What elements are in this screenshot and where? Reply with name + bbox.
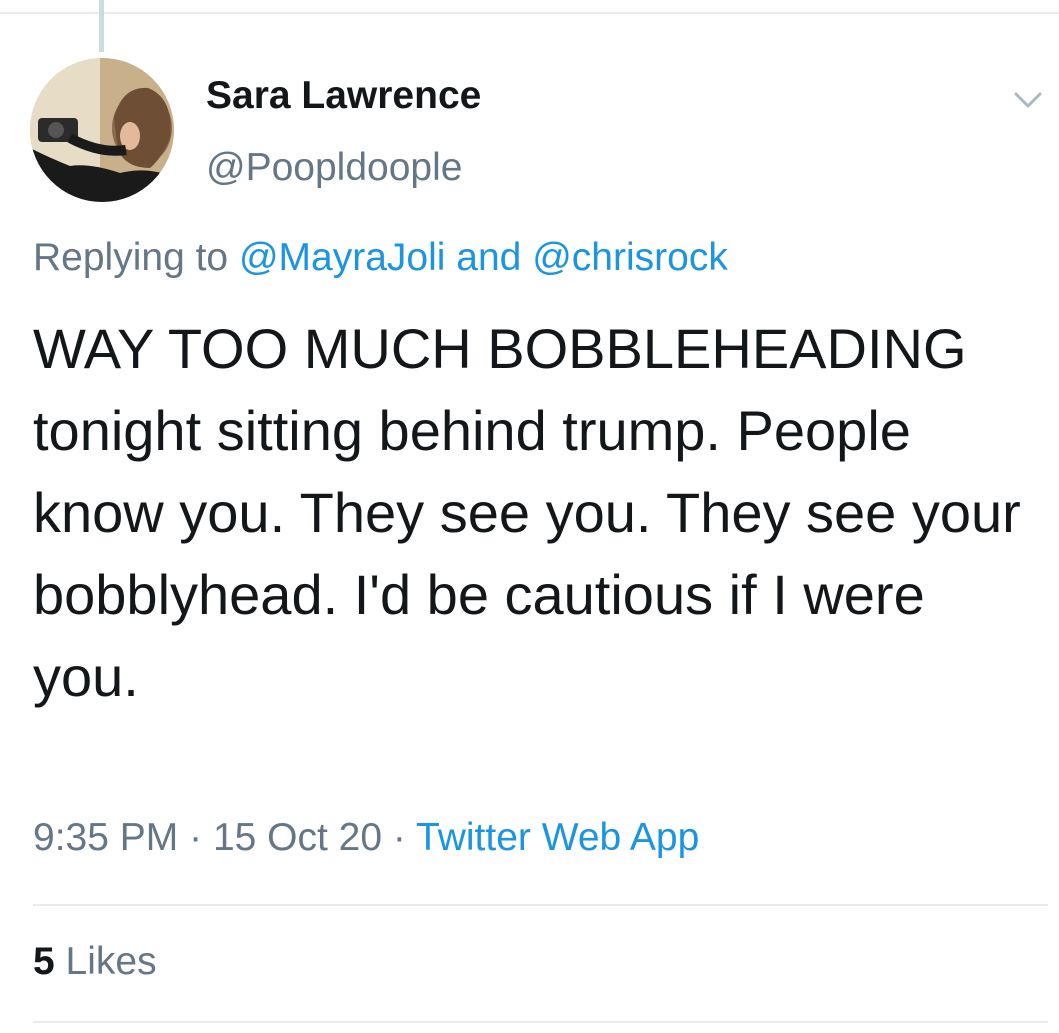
tweet-meta: 9:35 PM · 15 Oct 20 · Twitter Web App — [33, 816, 699, 860]
chevron-down-icon — [1014, 92, 1042, 108]
reply-conjunction: and — [456, 236, 522, 279]
author-display-name[interactable]: Sara Lawrence — [206, 74, 481, 118]
reply-user-link-chrisrock[interactable]: @chrisrock — [532, 236, 728, 279]
more-options-button[interactable] — [1008, 80, 1048, 120]
tweet-date[interactable]: 15 Oct 20 — [213, 816, 382, 859]
stats-divider-top — [33, 904, 1048, 906]
replying-to-line: Replying to @MayraJoli and @chrisrock — [33, 236, 728, 280]
meta-separator: · — [392, 816, 406, 859]
meta-separator: · — [189, 816, 203, 859]
likes-stat[interactable]: 5 Likes — [33, 940, 157, 984]
stats-divider-bottom — [33, 1021, 1048, 1023]
tweet-time[interactable]: 9:35 PM — [33, 816, 178, 859]
tweet-source-link[interactable]: Twitter Web App — [416, 816, 699, 859]
avatar[interactable] — [30, 58, 174, 202]
likes-count: 5 — [33, 940, 55, 983]
reply-user-link-mayrajoli[interactable]: @MayraJoli — [239, 236, 445, 279]
thread-connector-line — [99, 0, 104, 52]
avatar-photo — [30, 58, 174, 202]
likes-label: Likes — [65, 940, 157, 983]
author-handle[interactable]: @Poopldoople — [206, 146, 462, 190]
tweet-text: WAY TOO MUCH BOBBLEHEADING tonight sitti… — [33, 317, 1021, 708]
replying-to-label: Replying to — [33, 236, 229, 279]
top-divider — [0, 12, 1059, 14]
